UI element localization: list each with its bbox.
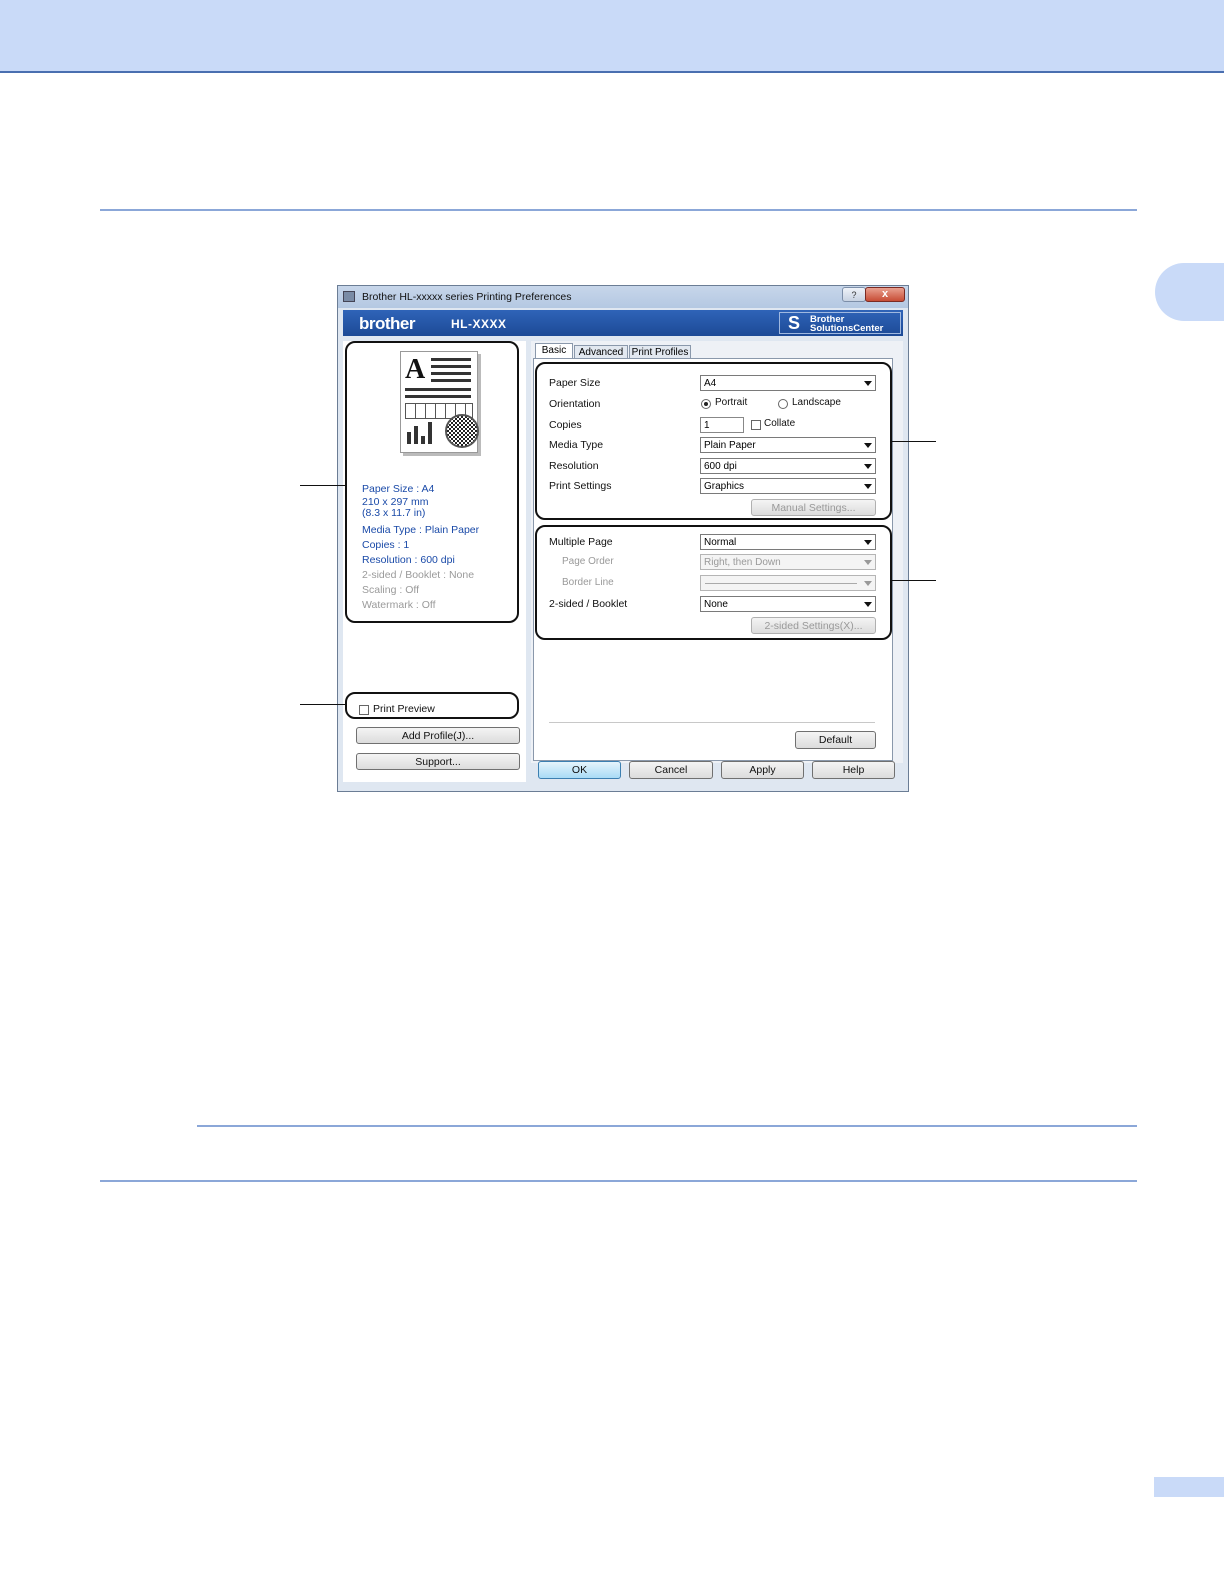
top-rule [100,209,1137,211]
page-layout-callout [535,525,892,640]
solutions-center-button[interactable]: S Brother SolutionsCenter [779,312,901,334]
help-button[interactable]: Help [812,761,895,779]
model-name: HL-XXXX [451,317,507,331]
add-profile-button[interactable]: Add Profile(J)... [356,727,520,744]
window-title: Brother HL-xxxxx series Printing Prefere… [362,291,572,303]
ok-button[interactable]: OK [538,761,621,779]
page-number-tab [1154,1477,1224,1497]
preview-leader-line [300,704,346,705]
note-rule [197,1125,1137,1127]
brother-logo: brother [359,314,416,333]
solutions-center-icon: S [788,313,801,333]
page-header-band [0,0,1224,73]
divider [549,722,875,723]
basic-settings-callout [535,362,892,520]
basic-leader-line [891,441,936,442]
printer-icon [343,291,355,302]
bottom-rule [100,1180,1137,1182]
summary-leader-line [300,485,346,486]
chapter-tab [1155,263,1224,321]
default-button[interactable]: Default [795,731,876,749]
cancel-button[interactable]: Cancel [629,761,713,779]
layout-leader-line [891,580,936,581]
close-button[interactable]: x [865,287,905,302]
brand-bar: brother HL-XXXX S Brother SolutionsCente… [343,310,903,336]
summary-callout [345,341,519,623]
support-button[interactable]: Support... [356,753,520,770]
title-bar[interactable]: Brother HL-xxxxx series Printing Prefere… [338,286,908,308]
apply-button[interactable]: Apply [721,761,804,779]
solutions-center-label: Brother SolutionsCenter [810,314,884,334]
print-preview-callout [345,692,519,719]
help-title-button[interactable]: ? [842,287,866,302]
